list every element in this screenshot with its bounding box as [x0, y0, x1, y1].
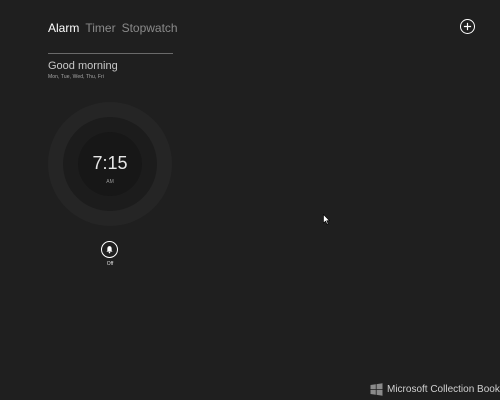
- alarm-days: Mon, Tue, Wed, Thu, Fri: [48, 74, 105, 80]
- alarm-toggle-button[interactable]: [101, 241, 118, 258]
- mouse-cursor-icon: [323, 214, 330, 225]
- alarm-name[interactable]: Good morning: [48, 60, 118, 72]
- tab-alarm[interactable]: Alarm: [48, 21, 79, 35]
- plus-icon: [463, 22, 472, 31]
- bell-icon: [106, 246, 113, 254]
- alarm-period: AM: [106, 179, 114, 185]
- tab-timer[interactable]: Timer: [85, 21, 115, 35]
- windows-logo-icon: [370, 383, 383, 396]
- add-alarm-button[interactable]: [460, 19, 475, 34]
- tab-stopwatch[interactable]: Stopwatch: [122, 21, 178, 35]
- alarm-time: 7:15: [92, 153, 128, 173]
- tab-divider: [48, 53, 173, 54]
- watermark: Microsoft Collection Book: [370, 383, 500, 396]
- tab-bar: Alarm Timer Stopwatch: [48, 21, 178, 35]
- alarm-toggle-label: Off: [106, 261, 114, 267]
- alarm-dial[interactable]: 7:15 AM: [48, 102, 172, 226]
- watermark-text: Microsoft Collection Book: [387, 384, 500, 395]
